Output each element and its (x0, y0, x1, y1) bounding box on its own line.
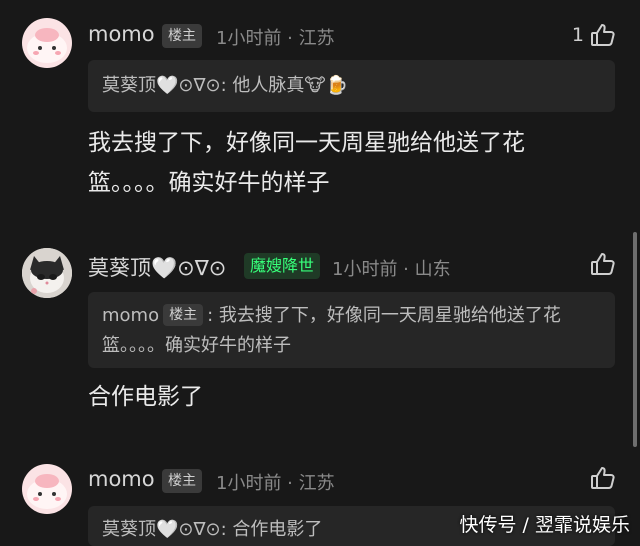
like-button[interactable] (590, 465, 616, 491)
quoted-reply[interactable]: momo 楼主: 我去搜了下，好像同一天周星驰给他送了花篮。。。。确实好牛的样子 (88, 292, 615, 368)
quoted-reply[interactable]: 莫葵顶🤍⊙∇⊙: 他人脉真🐮🍺 (88, 60, 615, 112)
like-button[interactable] (590, 251, 616, 277)
avatar[interactable] (22, 248, 72, 298)
thumbs-up-icon (590, 465, 616, 491)
host-badge: 楼主 (162, 469, 202, 493)
user-title-badge: 魔嫂降世 (244, 253, 321, 279)
like-button[interactable]: 1 (572, 22, 616, 48)
username[interactable]: momo (88, 467, 155, 491)
timestamp-location: 1小时前 · 江苏 (216, 28, 335, 49)
quote-author: momo (102, 305, 160, 326)
username[interactable]: momo (88, 22, 155, 46)
quote-author: 莫葵顶🤍⊙∇⊙ (102, 75, 221, 96)
host-badge: 楼主 (163, 304, 204, 326)
thumbs-up-icon (590, 251, 616, 277)
quote-author: 莫葵顶🤍⊙∇⊙ (102, 519, 221, 540)
avatar[interactable] (22, 464, 72, 514)
timestamp-location: 1小时前 · 山东 (332, 259, 451, 280)
comment-body: 我去搜了下，好像同一天周星驰给他送了花篮。。。。确实好牛的样子 (88, 130, 525, 196)
like-count: 1 (571, 24, 584, 46)
avatar[interactable] (22, 18, 72, 68)
username[interactable]: 莫葵顶🤍⊙∇⊙ (88, 252, 226, 282)
host-badge: 楼主 (162, 24, 202, 48)
timestamp-location: 1小时前 · 江苏 (216, 473, 335, 494)
scrollbar[interactable] (633, 232, 637, 447)
quote-text: : 他人脉真🐮🍺 (220, 75, 349, 96)
quote-text: : 合作电影了 (220, 519, 323, 540)
thumbs-up-icon (590, 22, 616, 48)
watermark: 快传号 / 翌霏说娱乐 (459, 514, 630, 536)
comment-body: 合作电影了 (88, 384, 203, 410)
